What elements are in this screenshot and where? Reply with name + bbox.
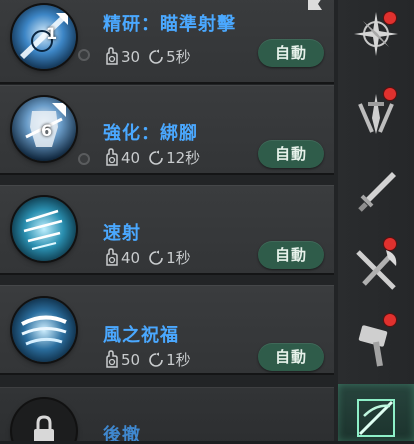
skill-row[interactable]: 風之祝福 50 1秒 自動 bbox=[0, 285, 334, 375]
level-indicator bbox=[78, 49, 90, 61]
skill-cooldown: 1秒 bbox=[166, 249, 191, 267]
notification-dot bbox=[384, 314, 396, 326]
skill-level: 1 bbox=[46, 24, 58, 43]
skill-cost-cooldown: 30 5秒 bbox=[103, 46, 191, 69]
skill-name: 速射 bbox=[103, 223, 141, 244]
skill-cost-cooldown: 40 12秒 bbox=[103, 147, 200, 170]
cooldown-clock-icon bbox=[148, 49, 164, 69]
skill-cooldown: 5秒 bbox=[166, 48, 191, 66]
rail-tab-hammer[interactable] bbox=[338, 310, 414, 380]
notification-dot bbox=[384, 88, 396, 100]
skill-row[interactable]: 6 強化：綁腳 40 12秒 自動 bbox=[0, 85, 334, 175]
notification-dot bbox=[384, 238, 396, 250]
auto-button[interactable]: 自動 bbox=[258, 39, 324, 67]
skill-cost: 40 bbox=[121, 149, 141, 167]
skill-name: 精研：瞄準射擊 bbox=[103, 14, 236, 35]
rail-tab-sword[interactable] bbox=[338, 158, 414, 228]
rapid-fire-icon[interactable] bbox=[12, 197, 76, 261]
sword-icon bbox=[358, 172, 396, 212]
corner-flag-icon bbox=[306, 0, 326, 12]
rail-tab-compass[interactable] bbox=[338, 0, 414, 70]
rail-tab-crossed-weapons[interactable] bbox=[338, 236, 414, 306]
mana-hand-icon bbox=[103, 47, 119, 69]
rail-tab-triple-blade[interactable] bbox=[338, 80, 414, 150]
aimed-shot-icon[interactable] bbox=[12, 5, 76, 69]
cooldown-clock-icon bbox=[148, 352, 164, 372]
notification-dot bbox=[384, 12, 396, 24]
skill-cost-cooldown: 50 1秒 bbox=[103, 349, 191, 372]
skill-list: 1 精研：瞄準射擊 30 5秒 自動 6 強化：綁腳 40 12秒 自動 速射 … bbox=[0, 0, 338, 441]
skill-cooldown: 1秒 bbox=[166, 351, 191, 369]
wind-blessing-icon[interactable] bbox=[12, 298, 76, 362]
skill-row[interactable]: 1 精研：瞄準射擊 30 5秒 自動 bbox=[0, 0, 334, 84]
mana-hand-icon bbox=[103, 148, 119, 170]
category-rail bbox=[338, 0, 414, 441]
locked-skill-icon bbox=[12, 399, 76, 441]
cooldown-clock-icon bbox=[148, 250, 164, 270]
auto-button[interactable]: 自動 bbox=[258, 140, 324, 168]
level-indicator bbox=[78, 153, 90, 165]
auto-button[interactable]: 自動 bbox=[258, 241, 324, 269]
rail-tab-skill-tree[interactable] bbox=[338, 384, 414, 441]
skill-cooldown: 12秒 bbox=[166, 149, 201, 167]
mana-hand-icon bbox=[103, 350, 119, 372]
skill-row[interactable]: 速射 40 1秒 自動 bbox=[0, 185, 334, 275]
skill-name: 風之祝福 bbox=[103, 325, 179, 346]
skill-cost: 40 bbox=[121, 249, 141, 267]
auto-button[interactable]: 自動 bbox=[258, 343, 324, 371]
crossed-weapons-icon bbox=[356, 250, 397, 290]
skill-cost-cooldown: 40 1秒 bbox=[103, 247, 191, 270]
mana-hand-icon bbox=[103, 248, 119, 270]
hammer-icon bbox=[358, 325, 388, 367]
skill-cost: 30 bbox=[121, 48, 141, 66]
skill-name: 強化：綁腳 bbox=[103, 123, 198, 144]
skill-name: 後撤 bbox=[103, 425, 141, 441]
cooldown-clock-icon bbox=[148, 150, 164, 170]
skill-row[interactable]: 後撤 bbox=[0, 387, 334, 441]
skill-cost: 50 bbox=[121, 351, 141, 369]
skill-level: 6 bbox=[41, 121, 53, 140]
skill-tree-icon bbox=[357, 399, 395, 437]
